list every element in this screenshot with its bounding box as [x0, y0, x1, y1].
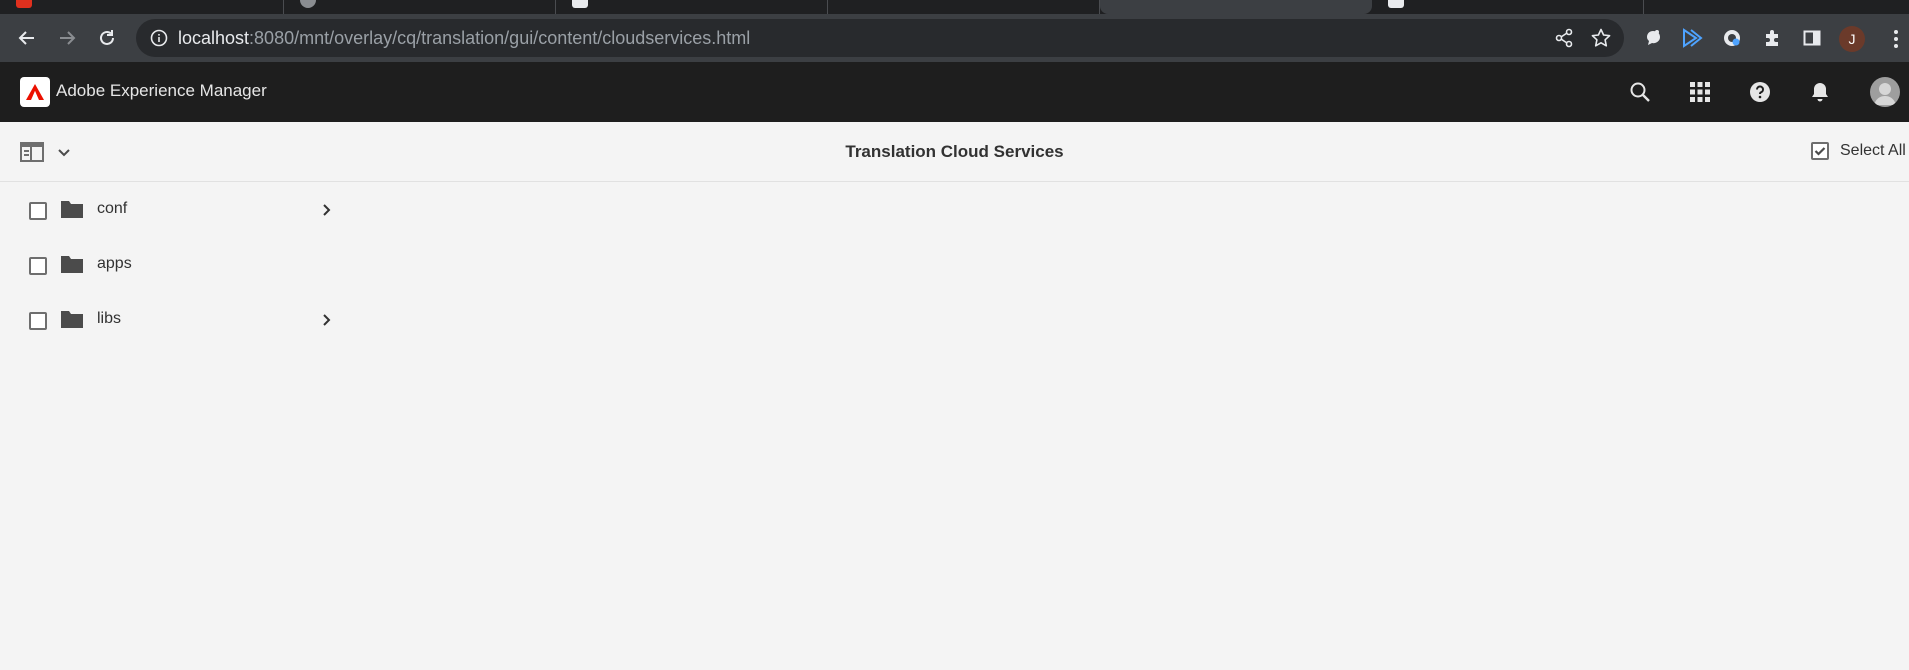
url-host: localhost [178, 28, 250, 48]
item-name: libs [97, 310, 122, 327]
adobe-favicon-icon [16, 0, 32, 8]
browser-tab-strip [0, 0, 1909, 14]
chevron-right-icon[interactable] [318, 312, 334, 328]
reload-button[interactable] [95, 26, 119, 50]
folder-icon [61, 311, 83, 328]
bookmark-star-icon[interactable] [1590, 27, 1612, 49]
notifications-bell-icon[interactable] [1807, 79, 1833, 105]
item-checkbox[interactable] [29, 257, 47, 275]
folder-icon [61, 201, 83, 218]
adobe-logo-icon[interactable] [20, 77, 50, 107]
folder-icon [61, 256, 83, 273]
reload-icon [100, 30, 114, 45]
info-icon[interactable] [150, 29, 168, 47]
kebab-menu-icon[interactable] [1893, 29, 1899, 49]
share-icon[interactable] [1554, 28, 1574, 48]
help-icon[interactable] [1747, 79, 1773, 105]
arrow-right-icon [60, 31, 76, 45]
chevron-right-icon[interactable] [318, 202, 334, 218]
back-button[interactable] [15, 26, 39, 50]
select-all-button[interactable]: Select All [1810, 141, 1906, 161]
page-favicon-icon [572, 0, 588, 8]
list-item[interactable]: apps [0, 238, 345, 293]
page-favicon-icon [1388, 0, 1404, 8]
product-name[interactable]: Adobe Experience Manager [56, 81, 267, 101]
aem-global-header: Adobe Experience Manager [0, 62, 1909, 122]
list-item[interactable]: conf [0, 183, 345, 238]
puzzle-extensions-icon[interactable] [1760, 26, 1784, 50]
action-bar: Translation Cloud Services Select All [0, 122, 1909, 182]
browser-tab[interactable] [0, 0, 284, 14]
solutions-grid-icon[interactable] [1687, 79, 1713, 105]
select-all-label: Select All [1840, 142, 1906, 159]
item-checkbox[interactable] [29, 202, 47, 220]
browser-tab[interactable] [1372, 0, 1644, 14]
side-panel-icon[interactable] [1800, 26, 1824, 50]
arrow-left-icon [18, 31, 34, 45]
browser-toolbar: localhost:8080/mnt/overlay/cq/translatio… [0, 14, 1909, 62]
page-title: Translation Cloud Services [845, 142, 1064, 161]
grammar-extension-icon[interactable] [1720, 26, 1744, 50]
play-extension-icon[interactable] [1680, 26, 1704, 50]
profile-avatar[interactable]: J [1839, 26, 1865, 52]
browser-tab[interactable] [828, 0, 1100, 14]
site-favicon-icon [300, 0, 316, 8]
browser-tab-active[interactable] [1100, 0, 1372, 14]
item-name: conf [97, 200, 128, 217]
user-silhouette-icon [1874, 83, 1896, 105]
checkbox-checked-icon [1811, 142, 1829, 160]
url-text[interactable]: localhost:8080/mnt/overlay/cq/translatio… [178, 28, 750, 49]
search-icon[interactable] [1627, 79, 1653, 105]
list-item[interactable]: libs [0, 293, 345, 348]
item-checkbox[interactable] [29, 312, 47, 330]
browser-tab[interactable] [556, 0, 828, 14]
gnome-extension-icon[interactable] [1641, 26, 1665, 50]
forward-button[interactable] [55, 26, 79, 50]
user-avatar[interactable] [1870, 77, 1900, 107]
item-name: apps [97, 255, 132, 272]
url-path: :8080/mnt/overlay/cq/translation/gui/con… [249, 28, 751, 48]
browser-tab[interactable] [284, 0, 556, 14]
address-bar[interactable]: localhost:8080/mnt/overlay/cq/translatio… [136, 19, 1624, 57]
